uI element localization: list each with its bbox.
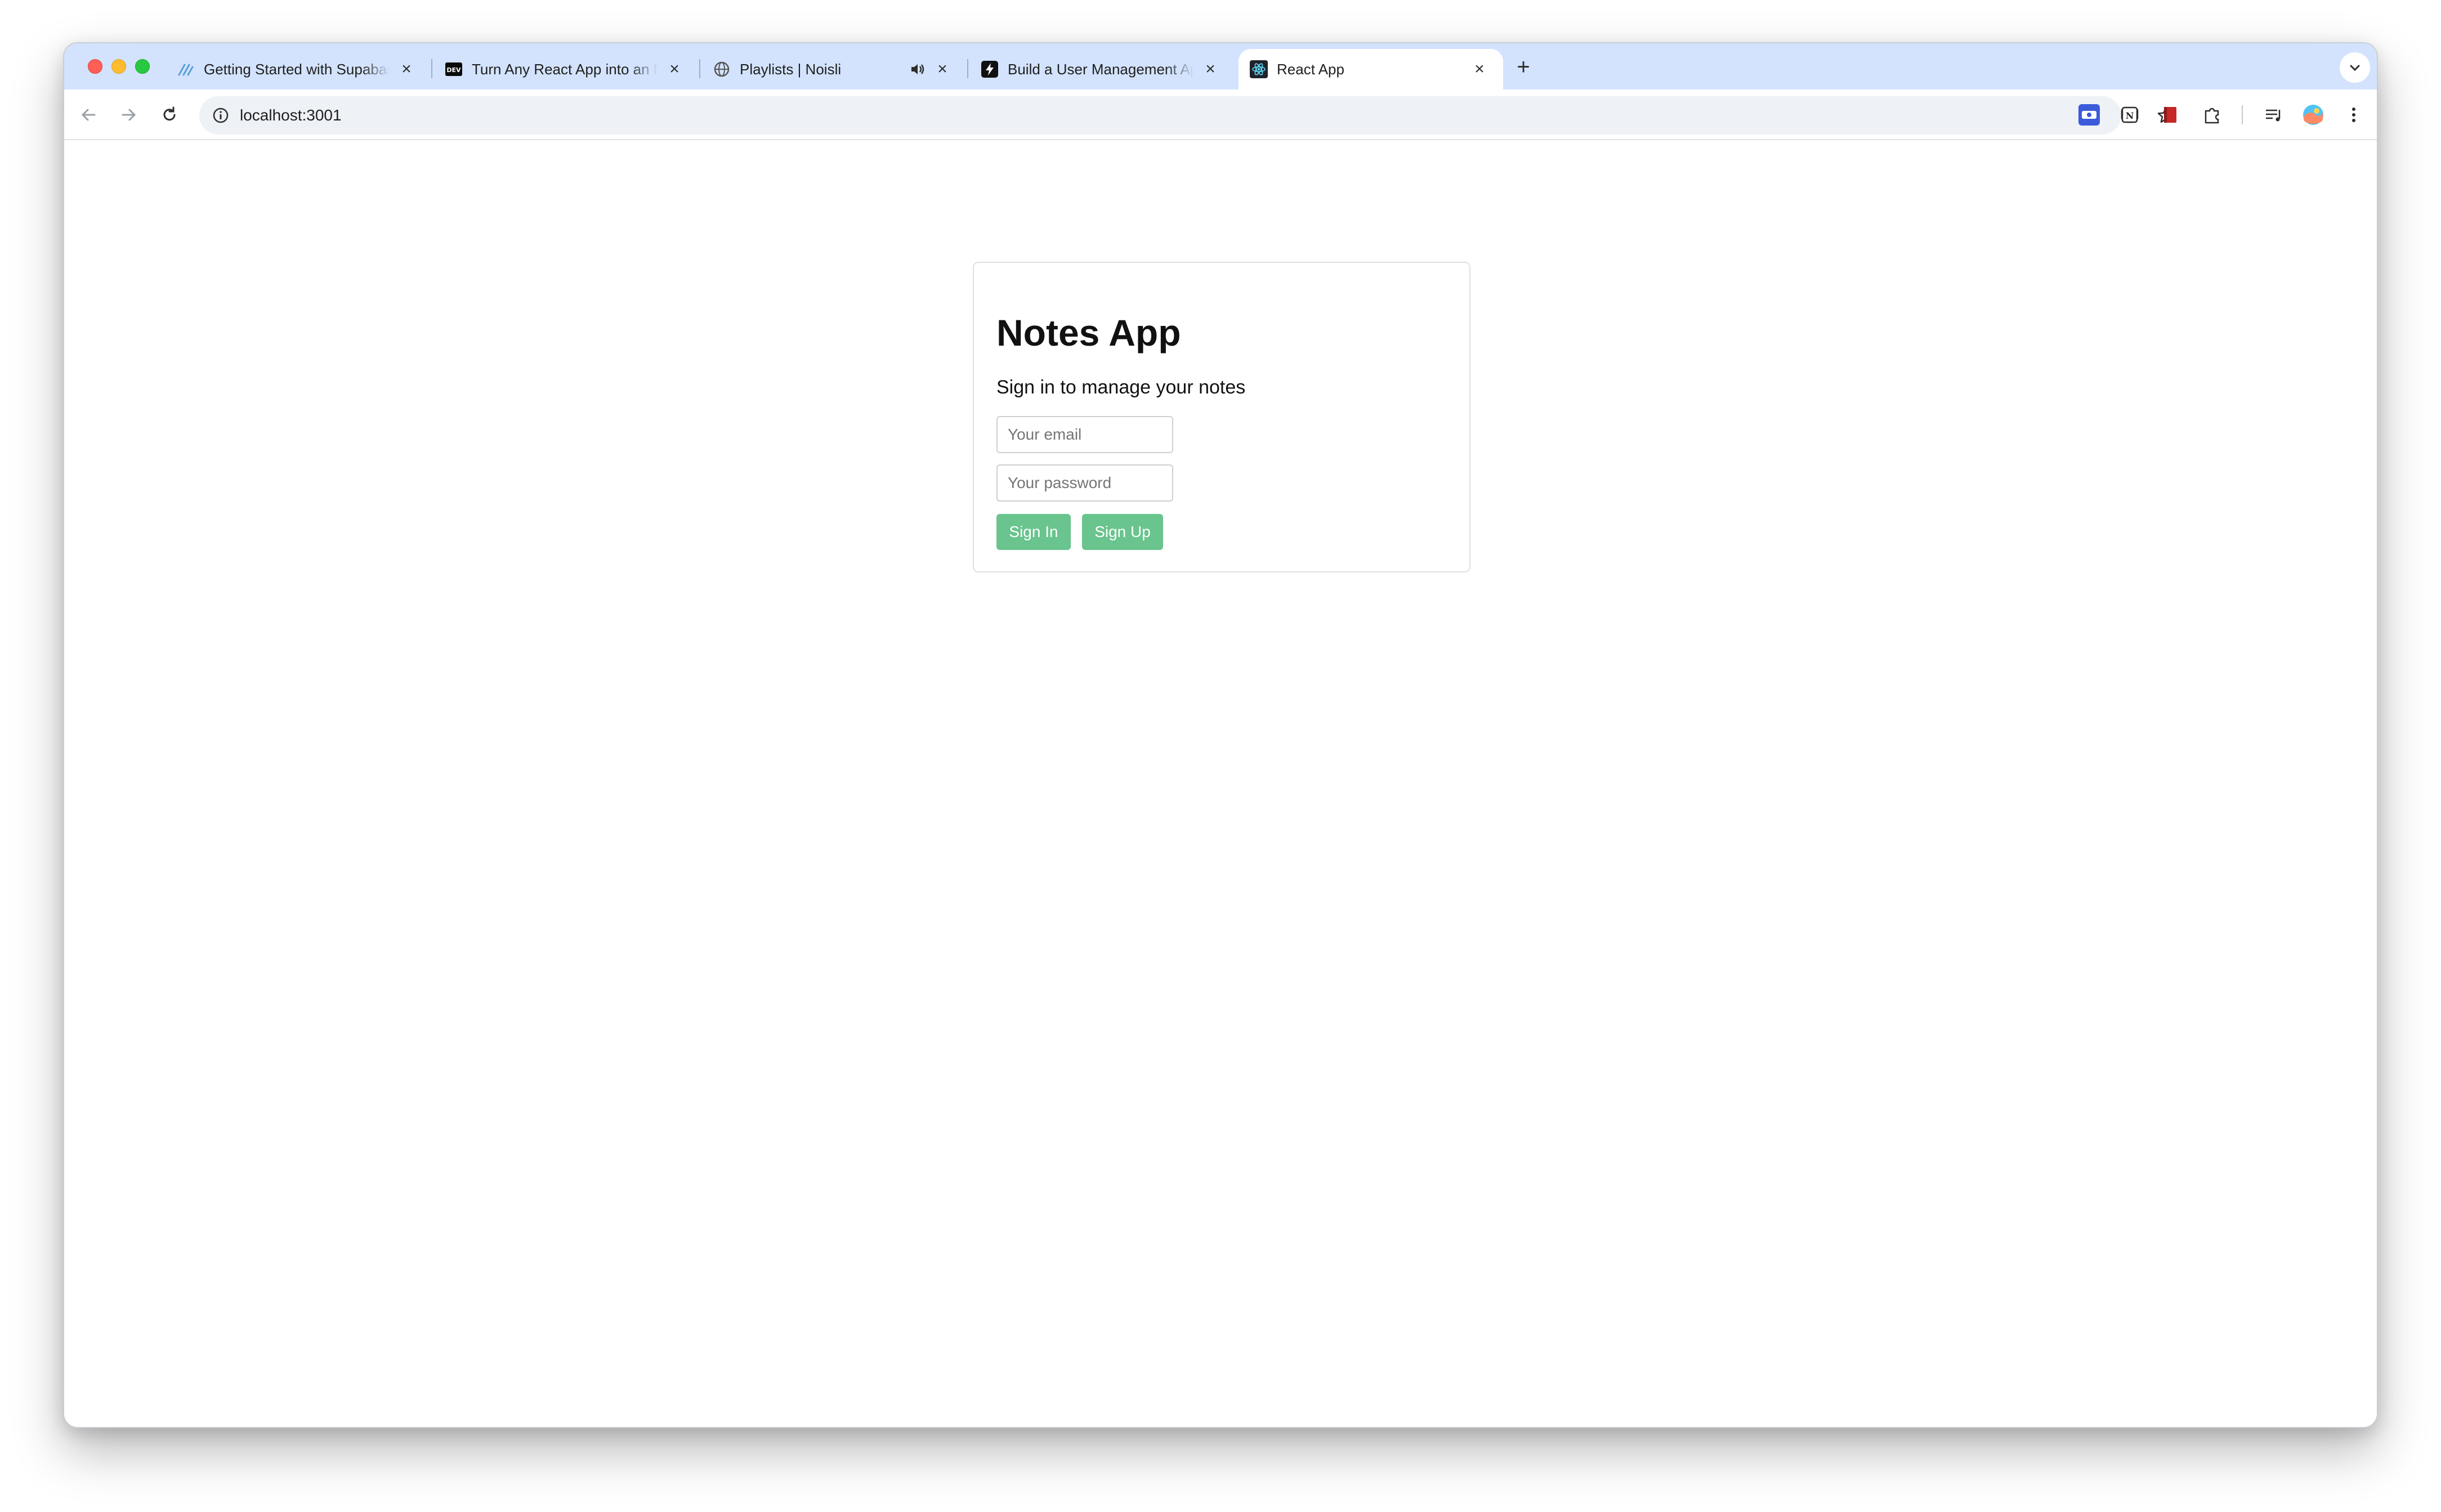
- bolt-icon: [981, 60, 999, 78]
- close-tab-icon[interactable]: ×: [396, 59, 417, 79]
- reload-icon: [163, 106, 176, 121]
- toolbar-divider: [2242, 105, 2243, 124]
- page-subtitle: Sign in to manage your notes: [996, 377, 1246, 398]
- speaker-icon[interactable]: [909, 60, 927, 78]
- sign-up-button[interactable]: Sign Up: [1082, 514, 1163, 550]
- tab-dev[interactable]: DEV Turn Any React App into an M ×: [433, 49, 698, 90]
- react-icon: [1250, 60, 1268, 78]
- tab-search-button[interactable]: [2340, 52, 2370, 83]
- reload-button[interactable]: [157, 102, 182, 128]
- browser-toolbar: localhost:3001 N: [64, 90, 2377, 140]
- tab-strip: Getting Started with Supabase × DEV Turn…: [64, 43, 2377, 90]
- url-text[interactable]: localhost:3001: [240, 106, 342, 124]
- extensions-puzzle-icon[interactable]: [2201, 104, 2223, 126]
- profile-avatar[interactable]: [2303, 104, 2324, 126]
- notion-extension-icon[interactable]: N: [2119, 104, 2140, 126]
- chevron-down-icon: [2350, 65, 2360, 71]
- close-tab-icon[interactable]: ×: [664, 59, 685, 79]
- close-tab-icon[interactable]: ×: [932, 59, 953, 79]
- tab-build-user-management[interactable]: Build a User Management App ×: [969, 49, 1234, 90]
- globe-icon: [713, 60, 731, 78]
- dev-icon: DEV: [445, 60, 463, 78]
- browser-window: Getting Started with Supabase × DEV Turn…: [63, 42, 2378, 1428]
- email-field[interactable]: [996, 416, 1173, 453]
- tab-title: Playlists | Noisli: [740, 60, 842, 78]
- tab-supabase[interactable]: Getting Started with Supabase ×: [166, 49, 430, 90]
- address-bar[interactable]: localhost:3001: [199, 96, 2174, 135]
- password-field[interactable]: [996, 464, 1173, 502]
- forward-button[interactable]: [116, 102, 142, 128]
- page-viewport: Notes App Sign in to manage your notes S…: [64, 141, 2377, 1427]
- tab-noisli[interactable]: Playlists | Noisli ×: [701, 49, 966, 90]
- new-tab-button[interactable]: +: [1511, 55, 1536, 79]
- tab-title: Turn Any React App into an M: [472, 60, 658, 78]
- tab-title: Getting Started with Supabase: [204, 60, 390, 78]
- svg-text:DEV: DEV: [446, 66, 461, 74]
- maximize-window-button[interactable]: [135, 59, 150, 74]
- tab-divider: [967, 59, 968, 78]
- back-button[interactable]: [75, 102, 101, 128]
- minimize-window-button[interactable]: [111, 59, 126, 74]
- close-window-button[interactable]: [88, 59, 102, 74]
- sign-in-button[interactable]: Sign In: [996, 514, 1071, 550]
- extension-1-icon[interactable]: [2078, 104, 2100, 126]
- arrow-right-icon: [122, 109, 136, 121]
- media-controls-icon[interactable]: [2263, 104, 2284, 126]
- tab-divider: [699, 59, 700, 78]
- arrow-left-icon: [81, 109, 96, 121]
- book-extension-icon[interactable]: [2160, 104, 2181, 126]
- tab-react-app[interactable]: React App ×: [1239, 49, 1503, 90]
- close-tab-icon[interactable]: ×: [1469, 59, 1490, 79]
- page-title: Notes App: [996, 312, 1181, 354]
- auth-card: Notes App Sign in to manage your notes S…: [973, 262, 1470, 572]
- info-icon[interactable]: [212, 106, 230, 124]
- tab-divider: [431, 59, 432, 78]
- close-tab-icon[interactable]: ×: [1200, 59, 1220, 79]
- supabase-icon: [177, 60, 195, 78]
- svg-text:N: N: [2126, 110, 2134, 121]
- more-menu-icon[interactable]: [2343, 104, 2364, 126]
- tab-title: React App: [1277, 60, 1344, 78]
- tab-title: Build a User Management App: [1008, 60, 1193, 78]
